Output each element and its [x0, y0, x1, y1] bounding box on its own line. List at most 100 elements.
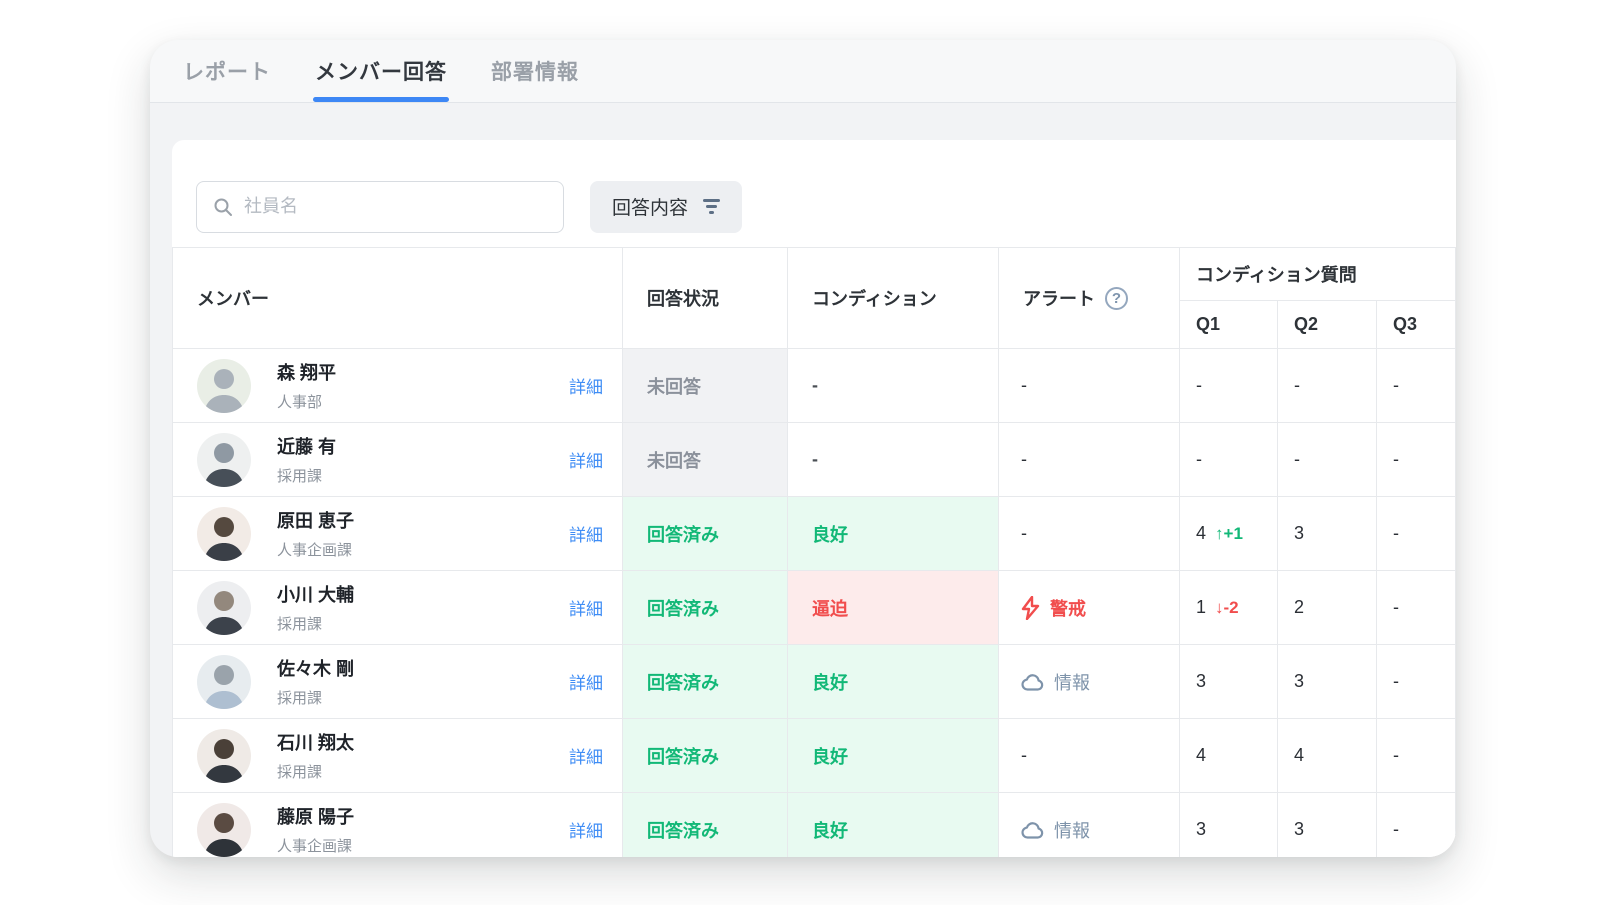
trend-up-indicator: ↑+1 [1215, 524, 1243, 544]
q1-cell: - [1180, 349, 1278, 423]
q1-cell: 1 ↓-2 [1180, 571, 1278, 645]
q3-cell: - [1377, 423, 1456, 497]
member-name: 小川 大輔 [277, 581, 354, 607]
q2-cell: 3 [1278, 497, 1377, 571]
tab-department-info[interactable]: 部署情報 [491, 40, 579, 102]
table-row: 佐々木 剛 採用課 詳細 回答済み 良好 情報 3 3 [173, 645, 1456, 719]
avatar [197, 507, 251, 561]
table-row: 小川 大輔 採用課 詳細 回答済み 逼迫 警戒 [173, 571, 1456, 645]
lightning-icon [1021, 596, 1041, 620]
alert-cell: 情報 [999, 645, 1180, 719]
condition-cell: 良好 [788, 719, 999, 793]
member-name: 石川 翔太 [277, 729, 354, 755]
app-card: レポート メンバー回答 部署情報 回答内容 [150, 40, 1456, 857]
table-row: 藤原 陽子 人事企画課 詳細 回答済み 良好 情報 3 [173, 793, 1456, 858]
q2-cell: 3 [1278, 645, 1377, 719]
search-box[interactable] [196, 181, 564, 233]
member-name: 原田 恵子 [277, 507, 354, 533]
q1-cell: 3 [1180, 645, 1278, 719]
status-cell: 回答済み [623, 793, 788, 858]
member-name: 藤原 陽子 [277, 803, 354, 829]
member-dept: 採用課 [277, 687, 354, 708]
member-name: 佐々木 剛 [277, 655, 354, 681]
member-name: 森 翔平 [277, 359, 336, 385]
status-cell: 回答済み [623, 571, 788, 645]
alert-cell: 警戒 [999, 571, 1180, 645]
avatar [197, 433, 251, 487]
col-header-member: メンバー [173, 248, 623, 349]
q1-cell: 4 [1180, 719, 1278, 793]
col-header-condition: コンディション [788, 248, 999, 349]
member-name: 近藤 有 [277, 433, 336, 459]
content-panel: 回答内容 メンバー 回答状況 コンディション アラート ? [172, 140, 1456, 857]
tab-bar: レポート メンバー回答 部署情報 [150, 40, 1456, 103]
q1-cell: - [1180, 423, 1278, 497]
member-dept: 採用課 [277, 761, 354, 782]
table-row: 森 翔平 人事部 詳細 未回答 - - - - - [173, 349, 1456, 423]
q2-cell: 3 [1278, 793, 1377, 858]
detail-link[interactable]: 詳細 [569, 817, 603, 842]
q2-cell: 4 [1278, 719, 1377, 793]
condition-cell: - [788, 423, 999, 497]
detail-link[interactable]: 詳細 [569, 669, 603, 694]
detail-link[interactable]: 詳細 [569, 743, 603, 768]
detail-link[interactable]: 詳細 [569, 595, 603, 620]
status-cell: 回答済み [623, 497, 788, 571]
status-cell: 回答済み [623, 719, 788, 793]
member-dept: 採用課 [277, 465, 336, 486]
condition-cell: 良好 [788, 793, 999, 858]
alert-cell: - [999, 349, 1180, 423]
q2-cell: 2 [1278, 571, 1377, 645]
filter-button[interactable]: 回答内容 [590, 181, 742, 233]
member-dept: 人事企画課 [277, 835, 354, 856]
detail-link[interactable]: 詳細 [569, 521, 603, 546]
help-icon[interactable]: ? [1105, 287, 1128, 310]
trend-down-indicator: ↓-2 [1215, 598, 1239, 618]
q3-cell: - [1377, 571, 1456, 645]
member-table: メンバー 回答状況 コンディション アラート ? コンディション質問 Q1 Q2… [172, 247, 1456, 857]
condition-cell: 良好 [788, 645, 999, 719]
q2-cell: - [1278, 349, 1377, 423]
tab-report[interactable]: レポート [183, 40, 271, 102]
filter-button-label: 回答内容 [612, 193, 688, 220]
condition-cell: 良好 [788, 497, 999, 571]
member-dept: 採用課 [277, 613, 354, 634]
col-header-alert: アラート ? [999, 248, 1180, 349]
table-row: 近藤 有 採用課 詳細 未回答 - - - - - [173, 423, 1456, 497]
col-header-q1: Q1 [1180, 301, 1278, 349]
status-cell: 未回答 [623, 423, 788, 497]
col-header-status: 回答状況 [623, 248, 788, 349]
status-cell: 回答済み [623, 645, 788, 719]
q3-cell: - [1377, 793, 1456, 858]
q2-cell: - [1278, 423, 1377, 497]
avatar [197, 655, 251, 709]
q3-cell: - [1377, 719, 1456, 793]
alert-cell: 情報 [999, 793, 1180, 858]
q1-cell: 4 ↑+1 [1180, 497, 1278, 571]
search-input[interactable] [244, 196, 547, 217]
alert-cell: - [999, 719, 1180, 793]
col-header-question-group: コンディション質問 [1180, 248, 1456, 301]
condition-cell: 逼迫 [788, 571, 999, 645]
col-header-q3: Q3 [1377, 301, 1456, 349]
q1-cell: 3 [1180, 793, 1278, 858]
tab-member-responses[interactable]: メンバー回答 [315, 40, 447, 102]
detail-link[interactable]: 詳細 [569, 373, 603, 398]
alert-cell: - [999, 497, 1180, 571]
condition-cell: - [788, 349, 999, 423]
avatar [197, 803, 251, 857]
col-header-q2: Q2 [1278, 301, 1377, 349]
detail-link[interactable]: 詳細 [569, 447, 603, 472]
cloud-icon [1021, 821, 1045, 839]
alert-cell: - [999, 423, 1180, 497]
avatar [197, 359, 251, 413]
table-row: 原田 恵子 人事企画課 詳細 回答済み 良好 - 4 ↑+1 3 - [173, 497, 1456, 571]
cloud-icon [1021, 673, 1045, 691]
q3-cell: - [1377, 645, 1456, 719]
filter-icon [703, 199, 720, 214]
search-icon [213, 197, 233, 217]
avatar [197, 581, 251, 635]
avatar [197, 729, 251, 783]
status-cell: 未回答 [623, 349, 788, 423]
member-dept: 人事企画課 [277, 539, 354, 560]
